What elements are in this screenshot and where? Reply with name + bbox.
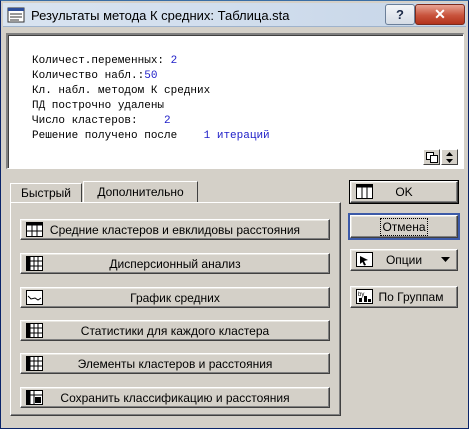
anova-button[interactable]: Дисперсионный анализ bbox=[20, 253, 330, 274]
button-label: Сохранить классификацию и расстояния bbox=[60, 390, 290, 405]
tab-panel: Средние кластеров и евклидовы расстояния… bbox=[10, 202, 341, 416]
expand-button[interactable] bbox=[441, 149, 458, 165]
button-label: График средних bbox=[130, 290, 220, 305]
button-label: Статистики для каждого кластера bbox=[80, 323, 270, 338]
ok-button[interactable]: OK bbox=[349, 180, 459, 204]
spreadsheet-icon bbox=[26, 256, 43, 271]
summary-line: Количест.переменных: 2 bbox=[32, 55, 178, 67]
close-button[interactable]: ✕ bbox=[415, 4, 465, 25]
save-classification-button[interactable]: Сохранить классификацию и расстояния bbox=[20, 387, 330, 408]
button-label: Опции bbox=[385, 253, 423, 267]
button-label: Средние кластеров и евклидовы расстояния bbox=[49, 222, 301, 237]
app-icon bbox=[7, 7, 25, 23]
spreadsheet-icon bbox=[26, 356, 43, 371]
help-button[interactable]: ? bbox=[385, 4, 415, 25]
summary-line: Количество набл.:50 bbox=[32, 70, 158, 82]
cluster-means-button[interactable]: Средние кластеров и евклидовы расстояния bbox=[20, 219, 330, 240]
copy-button[interactable] bbox=[423, 149, 440, 165]
tab-quick[interactable]: Быстрый bbox=[10, 183, 82, 203]
copy-icon bbox=[425, 151, 438, 163]
results-dialog: Результаты метода К средних: Таблица.sta… bbox=[0, 0, 469, 429]
tab-advanced[interactable]: Дополнительно bbox=[83, 181, 198, 204]
expand-icon bbox=[446, 151, 453, 163]
options-icon bbox=[356, 252, 373, 267]
button-label: По Группам bbox=[378, 290, 444, 304]
button-label: Элементы кластеров и расстояния bbox=[77, 356, 273, 371]
line-chart-icon bbox=[26, 290, 43, 305]
cluster-stats-button[interactable]: Статистики для каждого кластера bbox=[20, 320, 330, 341]
save-data-icon bbox=[26, 390, 43, 405]
title-bar[interactable]: Результаты метода К средних: Таблица.sta… bbox=[3, 3, 466, 27]
summary-line: Число кластеров: 2 bbox=[32, 115, 171, 127]
button-label: OK bbox=[395, 185, 413, 199]
cancel-button[interactable]: Отмена bbox=[348, 213, 460, 240]
means-plot-button[interactable]: График средних bbox=[20, 287, 330, 308]
button-label: Отмена bbox=[380, 217, 428, 236]
button-label: Дисперсионный анализ bbox=[109, 256, 241, 271]
table-icon bbox=[356, 184, 373, 199]
svg-text:by: by bbox=[358, 292, 364, 298]
group-icon: by bbox=[356, 289, 373, 304]
spreadsheet-icon bbox=[26, 323, 43, 338]
results-summary-panel: Количест.переменных: 2 Количество набл.:… bbox=[6, 33, 464, 169]
summary-line: ПД построчно удалены bbox=[32, 100, 165, 112]
chevron-down-icon bbox=[441, 257, 450, 262]
summary-line: Кл. набл. методом К средних bbox=[32, 85, 211, 97]
table-icon bbox=[26, 222, 43, 237]
by-group-button[interactable]: by По Группам bbox=[350, 286, 458, 308]
summary-line: Решение получено после 1 итераций bbox=[32, 130, 270, 142]
cluster-members-button[interactable]: Элементы кластеров и расстояния bbox=[20, 353, 330, 374]
options-button[interactable]: Опции bbox=[350, 249, 458, 271]
window-title: Результаты метода К средних: Таблица.sta bbox=[31, 8, 290, 23]
